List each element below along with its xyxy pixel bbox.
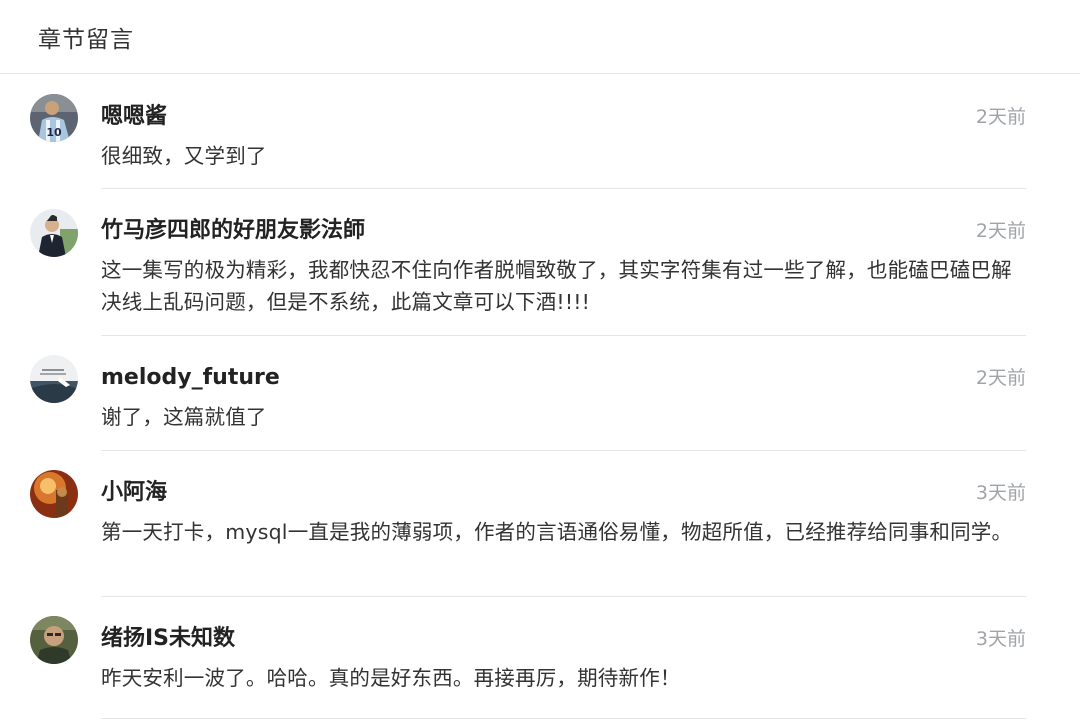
comment-time: 3天前 bbox=[975, 482, 1026, 504]
avatar-man-suit-image bbox=[30, 209, 78, 257]
comment-text: 这一集写的极为精彩，我都快忍不住向作者脱帽致敬了，其实字符集有过一些了解，也能磕… bbox=[101, 258, 1012, 314]
comment-author[interactable]: melody_future bbox=[101, 363, 1026, 393]
comment-item: 10 嗯嗯酱 2天前 很细致，又学到了 bbox=[30, 74, 1026, 189]
comment-time: 2天前 bbox=[975, 106, 1026, 128]
comment-text: 第一天打卡，mysql一直是我的薄弱项，作者的言语通俗易懂，物超所值，已经推荐给… bbox=[101, 520, 1013, 544]
comment-item: 绪扬IS未知数 3天前 昨天安利一波了。哈哈。真的是好东西。再接再厉，期待新作！ bbox=[30, 597, 1026, 719]
section-header: 章节留言 bbox=[0, 0, 1080, 74]
comment-body: 绪扬IS未知数 3天前 昨天安利一波了。哈哈。真的是好东西。再接再厉，期待新作！ bbox=[101, 624, 1026, 694]
avatar-warm-light-image bbox=[30, 470, 78, 518]
avatar-book-cover-image bbox=[30, 355, 78, 403]
comment-item: melody_future 2天前 谢了，这篇就值了 bbox=[30, 336, 1026, 451]
avatar[interactable] bbox=[30, 470, 78, 518]
comment-text: 昨天安利一波了。哈哈。真的是好东西。再接再厉，期待新作！ bbox=[101, 666, 681, 690]
comment-body: 小阿海 3天前 第一天打卡，mysql一直是我的薄弱项，作者的言语通俗易懂，物超… bbox=[101, 478, 1026, 548]
comment-author[interactable]: 竹马彦四郎的好朋友影法師 bbox=[101, 216, 1026, 246]
avatar[interactable] bbox=[30, 209, 78, 257]
avatar-football-player-image: 10 bbox=[30, 94, 78, 142]
avatar[interactable] bbox=[30, 616, 78, 664]
comment-text: 谢了，这篇就值了 bbox=[101, 405, 267, 429]
comment-time: 2天前 bbox=[975, 367, 1026, 389]
comment-text: 很细致，又学到了 bbox=[101, 144, 267, 168]
comment-time: 3天前 bbox=[975, 628, 1026, 650]
comment-body: 竹马彦四郎的好朋友影法師 2天前 这一集写的极为精彩，我都快忍不住向作者脱帽致敬… bbox=[101, 216, 1026, 318]
comment-author[interactable]: 嗯嗯酱 bbox=[101, 102, 1026, 132]
comment-body: melody_future 2天前 谢了，这篇就值了 bbox=[101, 363, 1026, 433]
svg-text:10: 10 bbox=[46, 126, 62, 139]
avatar[interactable]: 10 bbox=[30, 94, 78, 142]
comment-item: 竹马彦四郎的好朋友影法師 2天前 这一集写的极为精彩，我都快忍不住向作者脱帽致敬… bbox=[30, 189, 1026, 336]
comment-author[interactable]: 绪扬IS未知数 bbox=[101, 624, 1026, 654]
comment-author[interactable]: 小阿海 bbox=[101, 478, 1026, 508]
comment-time: 2天前 bbox=[975, 220, 1026, 242]
comment-list: 10 嗯嗯酱 2天前 很细致，又学到了 竹马彦四郎的好朋友影法師 2天前 这一集… bbox=[0, 74, 1080, 719]
divider bbox=[101, 718, 1026, 719]
avatar-man-portrait-image bbox=[30, 616, 78, 664]
page-title: 章节留言 bbox=[38, 26, 134, 53]
comment-body: 嗯嗯酱 2天前 很细致，又学到了 bbox=[101, 102, 1026, 172]
avatar[interactable] bbox=[30, 355, 78, 403]
comment-item: 小阿海 3天前 第一天打卡，mysql一直是我的薄弱项，作者的言语通俗易懂，物超… bbox=[30, 451, 1026, 597]
